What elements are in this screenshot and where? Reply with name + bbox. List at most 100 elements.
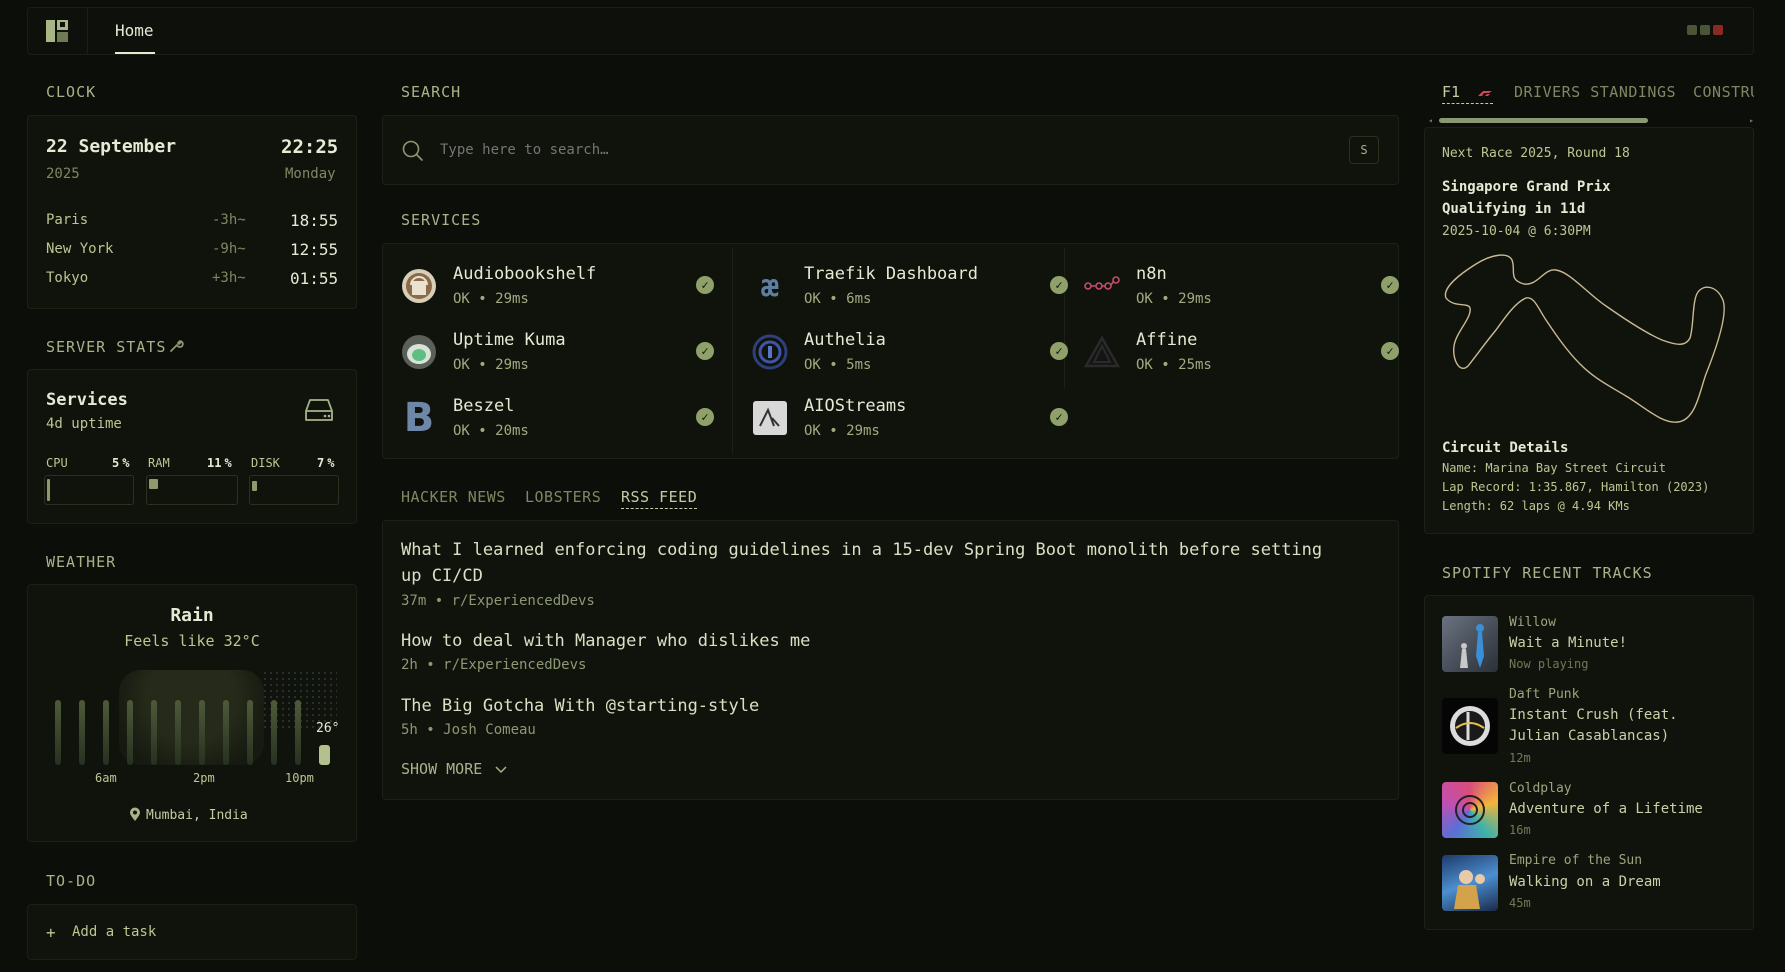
disk-label: DISK <box>251 456 280 470</box>
chevron-down-icon <box>495 760 507 778</box>
hour-label: 10pm <box>285 771 314 785</box>
album-art[interactable] <box>1442 616 1498 672</box>
track-time: Now playing <box>1509 657 1589 671</box>
server-title: Services <box>46 390 128 410</box>
clock-date: 22 September <box>46 136 177 157</box>
search-input[interactable] <box>440 138 1340 162</box>
n8n-icon <box>1084 268 1120 304</box>
track-time: 12m <box>1509 751 1531 765</box>
weather-location: Mumbai, India <box>146 808 248 823</box>
feed-item-title[interactable]: What I learned enforcing coding guidelin… <box>401 537 1341 589</box>
check-circle-icon: ✓ <box>1050 342 1068 360</box>
check-circle-icon: ✓ <box>1050 276 1068 294</box>
hour-bar <box>295 700 301 765</box>
album-art[interactable] <box>1442 698 1498 754</box>
cpu-bar-fill <box>47 479 50 501</box>
scroll-right-icon[interactable]: ▸ <box>1749 117 1754 125</box>
tab-f1-label: F1 <box>1442 83 1461 101</box>
track-title[interactable]: Walking on a Dream <box>1509 872 1729 893</box>
window-dot-icon[interactable] <box>1700 25 1710 35</box>
hour-bar <box>271 700 277 765</box>
service-audiobookshelf[interactable]: Audiobookshelf OK • 29ms ✓ <box>401 258 731 314</box>
album-art[interactable] <box>1442 855 1498 911</box>
f1-datetime: 2025-10-04 @ 6:30PM <box>1442 224 1591 239</box>
wrench-icon[interactable] <box>168 338 184 358</box>
weather-condition: Rain <box>170 605 214 626</box>
zone-offset: +3h~ <box>212 270 246 286</box>
service-name: AIOStreams <box>804 396 907 416</box>
server-stats-title: SERVER STATS <box>46 338 167 356</box>
plus-icon[interactable]: + <box>46 923 56 942</box>
service-uptime-kuma[interactable]: Uptime Kuma OK • 29ms ✓ <box>401 324 731 380</box>
hard-drive-icon <box>304 397 334 427</box>
server-uptime: 4d uptime <box>46 416 122 432</box>
hour-bar <box>151 700 157 765</box>
service-name: Authelia <box>804 330 886 350</box>
service-status: OK • 5ms <box>804 357 872 373</box>
disk-bar <box>249 475 339 505</box>
f1-race-name: Singapore Grand Prix <box>1442 179 1611 195</box>
tab-f1[interactable]: F1 <box>1442 83 1494 104</box>
circuit-map-icon <box>1440 250 1735 434</box>
tab-rss-feed[interactable]: RSS FEED <box>621 488 698 509</box>
disk-bar-fill <box>252 481 257 491</box>
window-dot-icon[interactable] <box>1687 25 1697 35</box>
clock-time: 22:25 <box>281 136 339 158</box>
ram-bar-fill <box>149 479 158 489</box>
audiobookshelf-icon <box>401 268 437 304</box>
scroll-left-icon[interactable]: ◂ <box>1428 117 1433 125</box>
service-authelia[interactable]: Authelia OK • 5ms ✓ <box>752 324 1082 380</box>
feed-item-title[interactable]: The Big Gotcha With @starting-style <box>401 693 1341 719</box>
search-icon <box>401 139 425 167</box>
ram-value: 11% <box>207 456 232 470</box>
check-circle-icon: ✓ <box>1381 276 1399 294</box>
service-traefik-dashboard[interactable]: æ Traefik Dashboard OK • 6ms ✓ <box>752 258 1082 314</box>
service-status: OK • 29ms <box>453 291 529 307</box>
dashboard-logo-icon[interactable] <box>45 19 69 43</box>
zone-offset: -3h~ <box>212 212 246 228</box>
feed-item-title[interactable]: How to deal with Manager who dislikes me <box>401 628 1341 654</box>
f1-tab-scrollbar[interactable]: ◂ ▸ <box>1428 117 1754 125</box>
service-n8n[interactable]: n8n OK • 29ms ✓ <box>1084 258 1414 314</box>
hour-bar <box>127 700 133 765</box>
service-status: OK • 6ms <box>804 291 872 307</box>
weather-hourly-bars <box>44 680 334 765</box>
f1-next-race: Next Race 2025, Round 18 <box>1442 146 1630 161</box>
service-beszel[interactable]: B Beszel OK • 20ms ✓ <box>401 390 731 446</box>
uptime-kuma-icon <box>401 334 437 370</box>
tab-constructors[interactable]: CONSTRU <box>1693 83 1754 101</box>
window-controls <box>1687 25 1723 35</box>
add-task-button[interactable]: Add a task <box>72 924 156 940</box>
service-affine[interactable]: Affine OK • 25ms ✓ <box>1084 324 1414 380</box>
scroll-thumb[interactable] <box>1439 118 1648 123</box>
f1-logo-icon <box>1477 83 1493 101</box>
weather-feels-like: Feels like 32°C <box>124 632 260 650</box>
zone-city: Tokyo <box>46 270 89 286</box>
tab-lobsters[interactable]: LOBSTERS <box>525 488 601 506</box>
hour-label: 2pm <box>193 771 215 785</box>
beszel-icon: B <box>403 395 435 441</box>
service-aiostreams[interactable]: AIOStreams OK • 29ms ✓ <box>752 390 1082 446</box>
track-title[interactable]: Instant Crush (feat. Julian Casablancas) <box>1509 705 1729 747</box>
zone-city: Paris <box>46 212 89 228</box>
cpu-label: CPU <box>46 456 68 470</box>
services-section-title: SERVICES <box>401 211 482 229</box>
clock-section-title: CLOCK <box>46 83 97 101</box>
tab-home[interactable]: Home <box>115 21 154 40</box>
tab-home-underline <box>115 52 155 54</box>
service-status: OK • 29ms <box>453 357 529 373</box>
album-art[interactable] <box>1442 782 1498 838</box>
show-more-button[interactable]: SHOW MORE <box>401 760 507 778</box>
service-status: OK • 29ms <box>804 423 880 439</box>
track-title[interactable]: Wait a Minute! <box>1509 633 1729 654</box>
circuit-name: Name: Marina Bay Street Circuit <box>1442 461 1666 475</box>
check-circle-icon: ✓ <box>696 342 714 360</box>
check-circle-icon: ✓ <box>696 276 714 294</box>
window-close-icon[interactable] <box>1713 25 1723 35</box>
zone-time: 18:55 <box>290 211 339 230</box>
hour-bar <box>175 700 181 765</box>
tab-drivers-standings[interactable]: DRIVERS STANDINGS <box>1514 83 1676 101</box>
track-title[interactable]: Adventure of a Lifetime <box>1509 799 1729 820</box>
f1-session: Qualifying in 11d <box>1442 201 1586 217</box>
tab-hacker-news[interactable]: HACKER NEWS <box>401 488 506 506</box>
